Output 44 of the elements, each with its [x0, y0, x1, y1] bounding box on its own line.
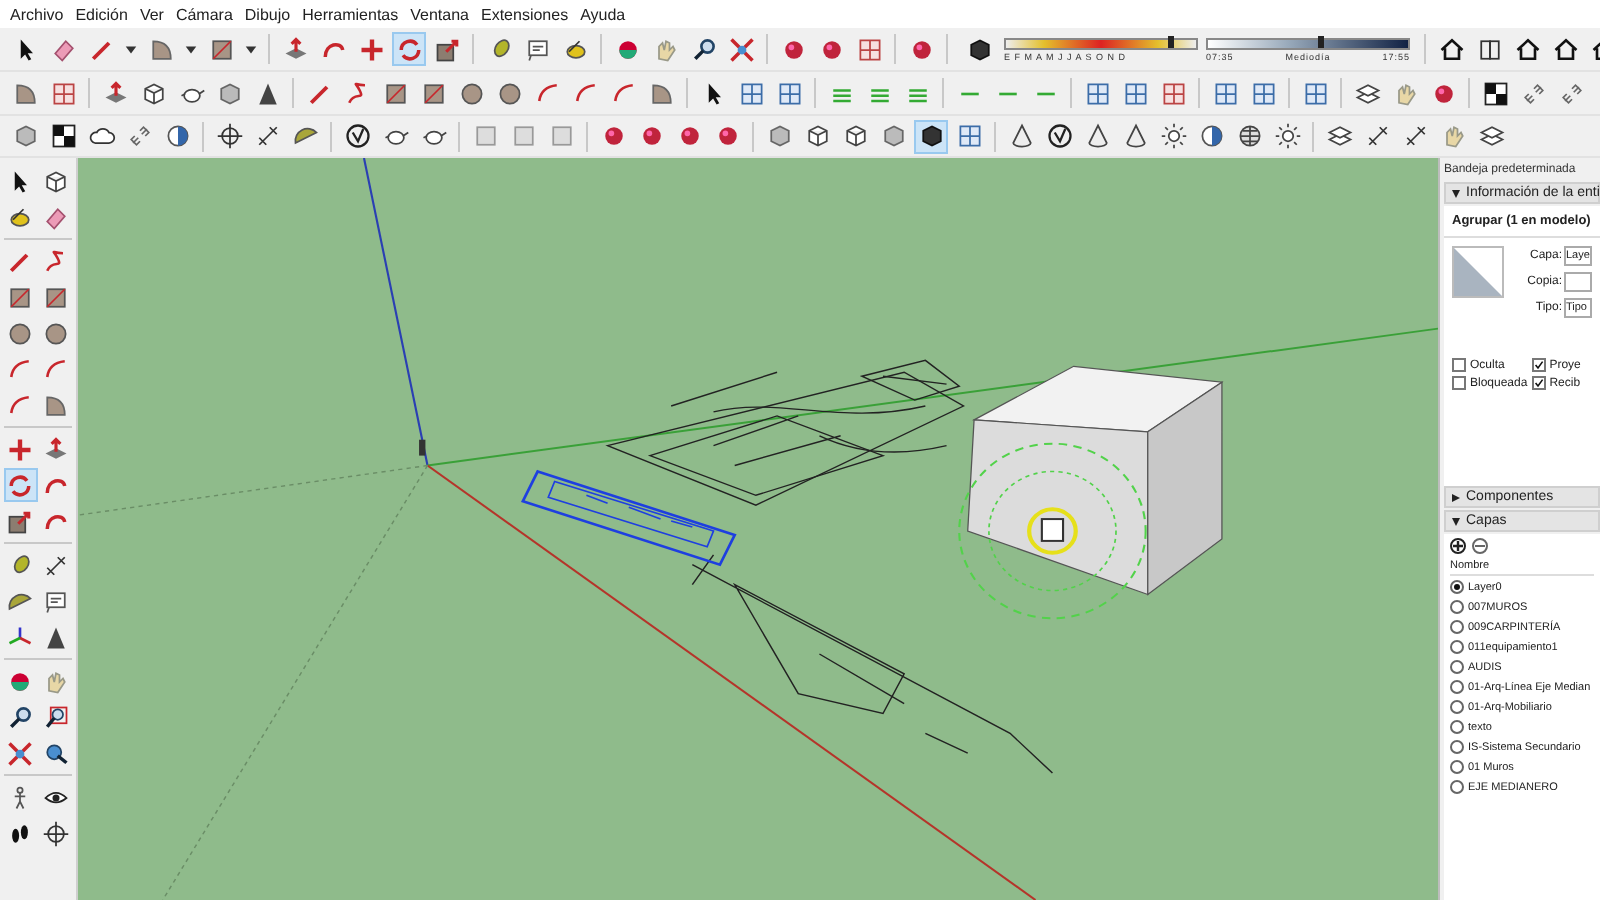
radio-button[interactable] — [1450, 700, 1464, 714]
radio-button[interactable] — [1450, 720, 1464, 734]
checkbox[interactable] — [1531, 376, 1546, 390]
zoom-extents-icon[interactable] — [724, 32, 758, 66]
time-slider-thumb[interactable] — [1318, 35, 1324, 47]
menu-item[interactable]: Extensiones — [474, 5, 575, 23]
radio-button[interactable] — [1450, 740, 1464, 754]
zoom-extents-icon[interactable] — [3, 736, 37, 770]
person-figure — [419, 439, 426, 456]
month-slider[interactable] — [1004, 37, 1198, 49]
radio-button[interactable] — [1450, 580, 1464, 594]
menu-item[interactable]: Ayuda — [574, 5, 632, 23]
month-slider-thumb[interactable] — [1167, 35, 1174, 47]
menu-item[interactable]: Dibujo — [238, 5, 297, 23]
menu-item[interactable]: Archivo — [4, 5, 70, 23]
radio-button[interactable] — [1450, 600, 1464, 614]
menu-item[interactable]: Ver — [133, 5, 170, 23]
radio-button[interactable] — [1450, 780, 1464, 794]
rotate-arrows-icon[interactable] — [392, 32, 426, 66]
checkbox[interactable] — [1531, 358, 1546, 372]
radio-button[interactable] — [1450, 760, 1464, 774]
sun-icon[interactable] — [1270, 119, 1304, 153]
remove-layer-icon[interactable] — [1472, 538, 1488, 554]
menu-item[interactable]: Herramientas — [296, 5, 405, 23]
checkbox[interactable] — [1452, 358, 1466, 372]
input-field[interactable] — [1564, 272, 1592, 292]
radio-button[interactable] — [1450, 680, 1464, 694]
crosshair-icon[interactable] — [39, 816, 73, 850]
sun-icon[interactable] — [1156, 119, 1190, 153]
checkmark-circle-icon[interactable] — [340, 119, 374, 153]
menu-item[interactable]: Ventana — [404, 5, 475, 23]
checkbox[interactable] — [1452, 376, 1466, 390]
material-swatch[interactable] — [1452, 246, 1504, 298]
menu-item[interactable]: Edición — [69, 5, 134, 23]
menu-item[interactable]: Cámara — [169, 5, 239, 23]
radio-button[interactable] — [1450, 640, 1464, 654]
radio-button[interactable] — [1450, 620, 1464, 634]
time-slider[interactable] — [1206, 37, 1410, 49]
crosshair-icon[interactable] — [212, 119, 246, 153]
radio-button[interactable] — [1450, 660, 1464, 674]
shaded-cube-icon[interactable] — [914, 119, 948, 153]
checkmark-circle-icon[interactable] — [1042, 119, 1076, 153]
rotate-arrows-icon[interactable] — [3, 468, 37, 502]
add-layer-icon[interactable] — [1450, 538, 1466, 554]
